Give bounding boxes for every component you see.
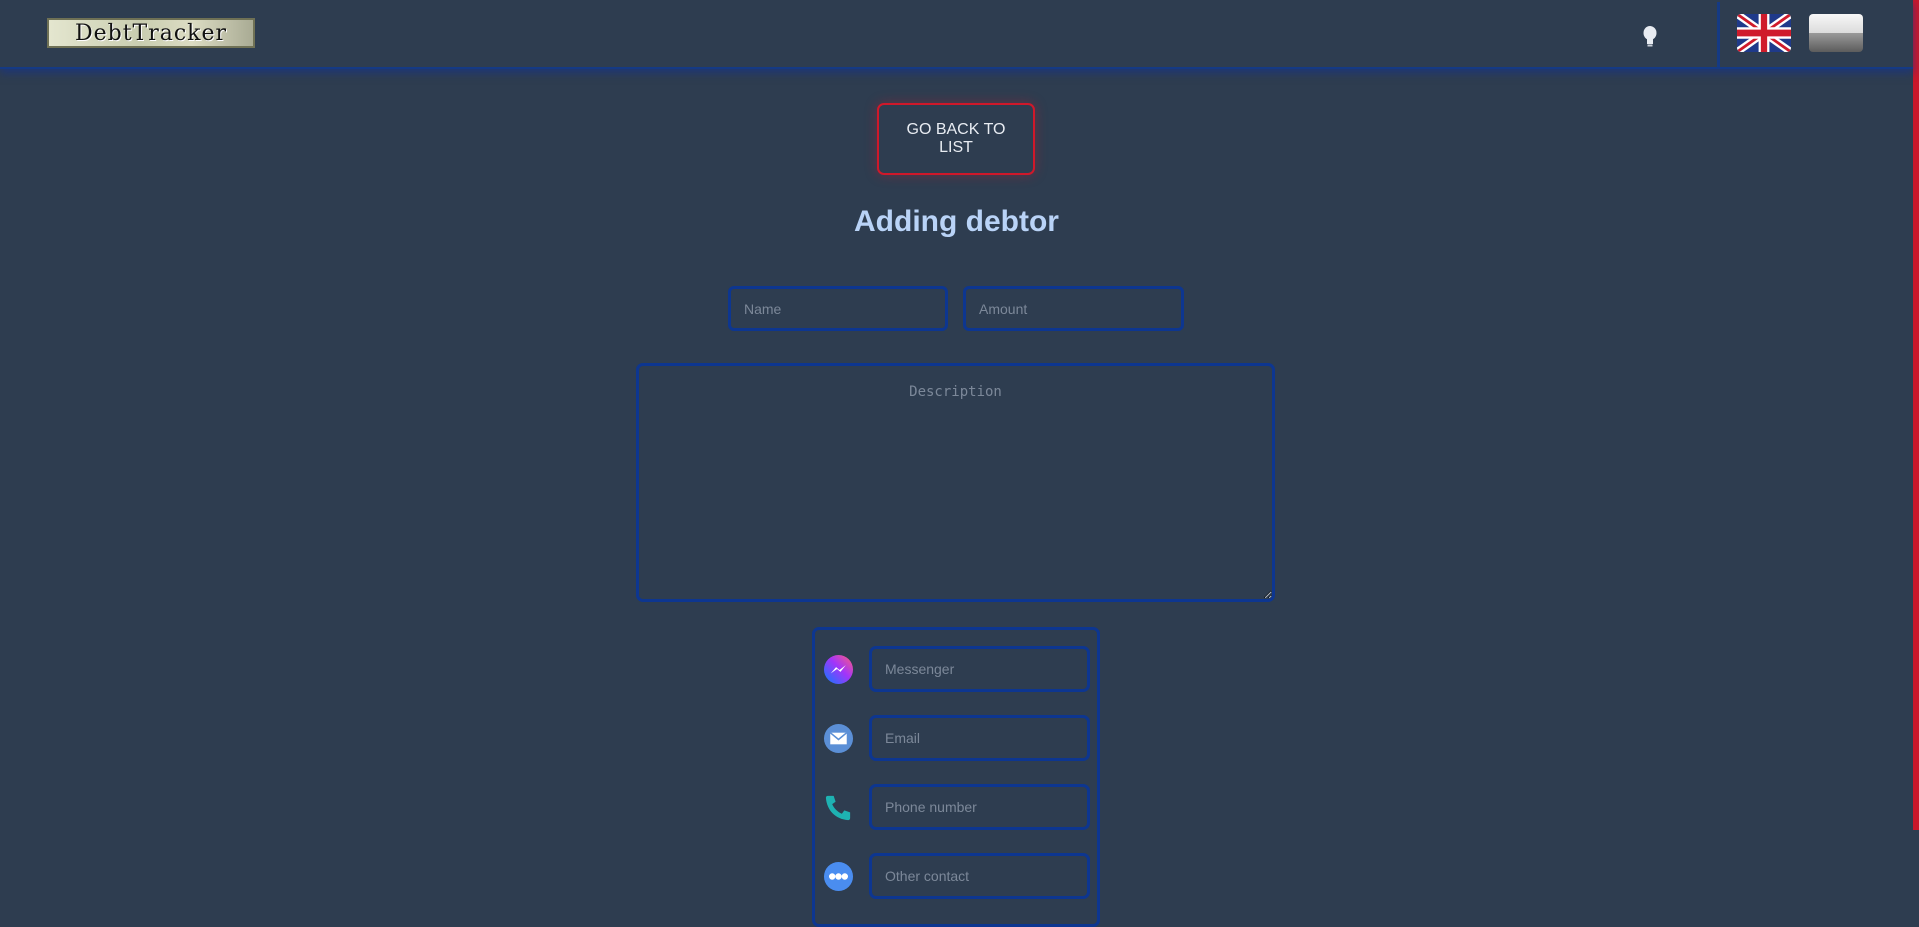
- contact-row-phone: [823, 784, 1093, 830]
- scrollbar-thumb[interactable]: [1913, 0, 1919, 830]
- messenger-icon: [823, 654, 854, 685]
- contact-row-messenger: [823, 646, 1093, 692]
- amount-input[interactable]: [963, 286, 1184, 331]
- uk-flag-icon[interactable]: [1737, 14, 1791, 52]
- email-icon: [823, 723, 854, 754]
- name-input[interactable]: [728, 286, 948, 331]
- lightbulb-icon[interactable]: [1641, 25, 1659, 49]
- messenger-input[interactable]: [869, 646, 1090, 692]
- contact-row-other: [823, 853, 1093, 899]
- contact-methods-panel: [812, 627, 1100, 927]
- contact-row-email: [823, 715, 1093, 761]
- app-logo[interactable]: DebtTracker: [47, 18, 255, 48]
- poland-flag-icon[interactable]: [1809, 14, 1863, 52]
- navbar-divider: [1717, 2, 1720, 68]
- phone-icon: [825, 795, 851, 821]
- description-textarea[interactable]: [636, 363, 1275, 602]
- more-icon: [823, 861, 854, 892]
- go-back-to-list-button[interactable]: GO BACK TO LIST: [877, 103, 1035, 175]
- other-contact-input[interactable]: [869, 853, 1090, 899]
- phone-number-input[interactable]: [869, 784, 1090, 830]
- page-title: Adding debtor: [854, 205, 1059, 238]
- email-input[interactable]: [869, 715, 1090, 761]
- navbar: DebtTracker: [0, 0, 1913, 69]
